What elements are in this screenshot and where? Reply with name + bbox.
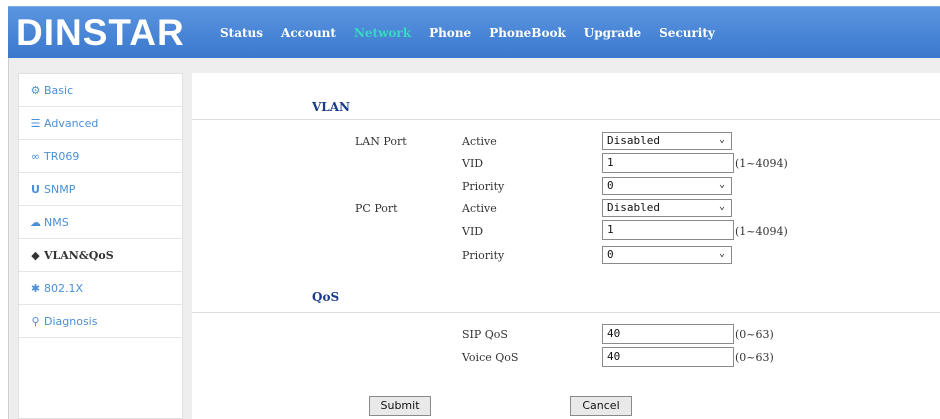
sidebar-item-label: Diagnosis [44, 314, 98, 328]
sidebar-item-nms[interactable]: ☁ NMS [19, 206, 182, 239]
lan-priority-value: 0 [607, 179, 614, 192]
sidebar-item-label: 802.1X [44, 281, 84, 295]
sidebar-item-vlan-qos[interactable]: ◆ VLAN&QoS [19, 239, 182, 272]
sip-qos-label: SIP QoS [462, 328, 508, 341]
vlan-section-title: VLAN [312, 100, 351, 114]
main-nav: Status Account Network Phone PhoneBook U… [220, 7, 733, 59]
pc-priority-label: Priority [462, 249, 505, 262]
nav-account[interactable]: Account [281, 26, 336, 40]
cancel-button[interactable]: Cancel [570, 396, 632, 416]
list-icon: ☰ [30, 116, 41, 130]
sip-qos-hint: (0~63) [735, 328, 774, 341]
chevron-down-icon: ⌄ [718, 248, 725, 259]
voice-qos-input[interactable]: 40 [602, 347, 734, 367]
voice-qos-label: Voice QoS [462, 351, 519, 364]
nav-phone[interactable]: Phone [429, 26, 471, 40]
top-navigation-bar: DINSTAR Status Account Network Phone Pho… [8, 6, 940, 58]
lan-priority-select[interactable]: 0 ⌄ [602, 177, 732, 195]
pc-priority-value: 0 [607, 248, 614, 261]
pc-active-value: Disabled [607, 201, 660, 214]
lan-active-value: Disabled [607, 134, 660, 147]
sidebar-item-advanced[interactable]: ☰ Advanced [19, 107, 182, 140]
main-panel: VLAN LAN Port Active Disabled ⌄ VID 1 (1… [192, 73, 940, 419]
chevron-down-icon: ⌄ [718, 179, 725, 190]
magnifier-icon: ⚲ [31, 314, 40, 328]
lan-port-label: LAN Port [355, 135, 407, 148]
nav-network[interactable]: Network [354, 26, 411, 40]
gear-icon: ⚙ [30, 83, 41, 97]
sidebar-item-label: TR069 [44, 149, 80, 163]
lan-priority-label: Priority [462, 180, 505, 193]
chevron-down-icon: ⌄ [718, 134, 725, 145]
pc-active-label: Active [462, 202, 497, 215]
u-icon: U [31, 182, 40, 196]
sidebar-item-label: Basic [44, 83, 74, 97]
vlan-divider [192, 119, 940, 120]
sidebar-item-label: SNMP [44, 182, 76, 196]
pc-active-select[interactable]: Disabled ⌄ [602, 199, 732, 217]
sidebar: ⚙ Basic ☰ Advanced ∞ TR069 U SNMP ☁ NMS … [18, 73, 183, 419]
link-icon: ∞ [30, 149, 41, 163]
sidebar-item-label: NMS [44, 215, 69, 229]
nav-phonebook[interactable]: PhoneBook [489, 26, 566, 40]
submit-button[interactable]: Submit [369, 396, 431, 416]
pc-vid-label: VID [462, 225, 484, 238]
pc-priority-select[interactable]: 0 ⌄ [602, 246, 732, 264]
nav-upgrade[interactable]: Upgrade [584, 26, 641, 40]
sidebar-item-snmp[interactable]: U SNMP [19, 173, 182, 206]
voice-qos-hint: (0~63) [735, 351, 774, 364]
lan-vid-hint: (1~4094) [735, 157, 788, 170]
nav-status[interactable]: Status [220, 26, 263, 40]
lan-active-select[interactable]: Disabled ⌄ [602, 132, 732, 150]
lan-vid-input[interactable]: 1 [602, 153, 734, 173]
asterisk-icon: ✱ [30, 281, 41, 295]
sidebar-item-8021x[interactable]: ✱ 802.1X [19, 272, 182, 305]
sidebar-item-diagnosis[interactable]: ⚲ Diagnosis [19, 305, 182, 338]
nav-security[interactable]: Security [659, 26, 715, 40]
qos-divider [192, 312, 940, 313]
sidebar-item-tr069[interactable]: ∞ TR069 [19, 140, 182, 173]
dinstar-logo: DINSTAR [16, 12, 185, 53]
lan-vid-label: VID [462, 157, 484, 170]
diamond-icon: ◆ [31, 248, 40, 262]
chevron-down-icon: ⌄ [718, 201, 725, 212]
lan-active-label: Active [462, 135, 497, 148]
cloud-icon: ☁ [30, 215, 41, 229]
sidebar-item-label: VLAN&QoS [44, 248, 114, 262]
pc-port-label: PC Port [355, 202, 398, 215]
sip-qos-input[interactable]: 40 [602, 324, 734, 344]
pc-vid-input[interactable]: 1 [602, 220, 734, 240]
qos-section-title: QoS [312, 290, 340, 304]
pc-vid-hint: (1~4094) [735, 225, 788, 238]
sidebar-item-label: Advanced [44, 116, 99, 130]
sidebar-item-basic[interactable]: ⚙ Basic [19, 74, 182, 107]
